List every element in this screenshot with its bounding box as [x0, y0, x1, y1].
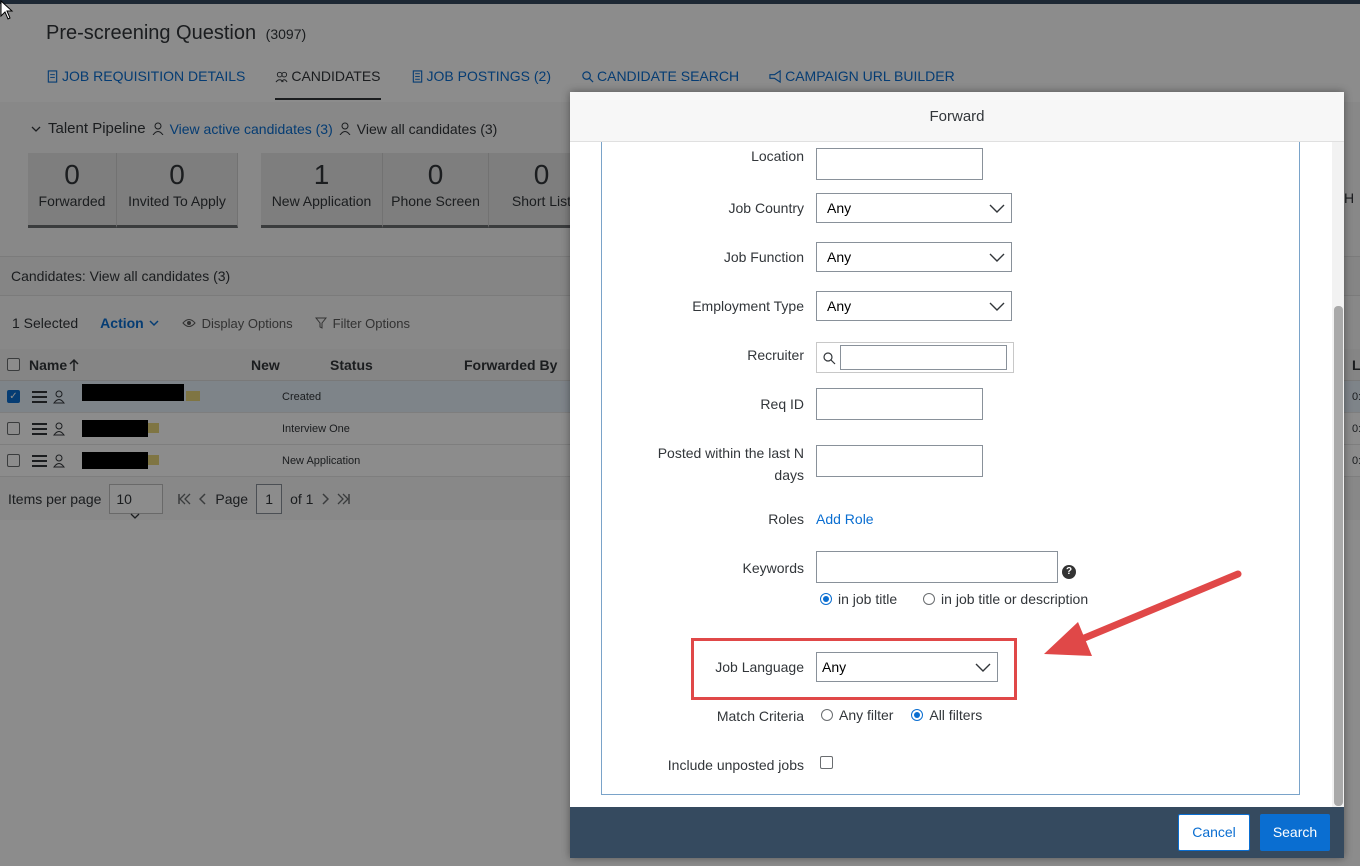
search-button[interactable]: Search: [1260, 814, 1330, 851]
dialog-title: Forward: [570, 92, 1344, 142]
match-criteria-label: Match Criteria: [716, 708, 804, 724]
chevron-down-icon: [989, 204, 1005, 213]
employment-type-value: Any: [827, 298, 852, 314]
keywords-input[interactable]: [816, 551, 1058, 583]
in-job-title-label: in job title: [838, 591, 898, 607]
location-input[interactable]: [816, 148, 983, 180]
mouse-cursor-icon: [0, 0, 14, 20]
include-unposted-checkbox[interactable]: [820, 756, 833, 769]
job-country-select[interactable]: Any: [816, 193, 1012, 223]
include-unposted-label: Include unposted jobs: [667, 757, 804, 773]
all-filters-radio[interactable]: [911, 709, 924, 721]
any-filter-radio[interactable]: [821, 709, 833, 721]
employment-type-select[interactable]: Any: [816, 291, 1012, 321]
posted-within-input[interactable]: [816, 445, 983, 477]
search-icon: [823, 352, 836, 365]
chevron-down-icon: [989, 302, 1005, 311]
job-function-value: Any: [827, 249, 852, 265]
recruiter-label: Recruiter: [747, 347, 804, 363]
add-role-link[interactable]: Add Role: [816, 508, 874, 530]
recruiter-search: [816, 342, 1014, 373]
keywords-label: Keywords: [742, 560, 804, 576]
job-function-label: Job Function: [723, 249, 804, 265]
match-criteria-radios: Any filter All filters: [821, 707, 1004, 723]
req-id-label: Req ID: [760, 396, 804, 412]
cancel-button[interactable]: Cancel: [1178, 814, 1250, 851]
job-country-label: Job Country: [728, 200, 804, 216]
location-label: Location: [751, 148, 804, 164]
job-function-select[interactable]: Any: [816, 242, 1012, 272]
posted-within-label: Posted within the last N days: [658, 442, 804, 486]
in-job-title-or-description-radio[interactable]: [923, 593, 936, 605]
posted-within-label-line2: days: [774, 467, 804, 483]
employment-type-label: Employment Type: [692, 298, 804, 314]
job-country-value: Any: [827, 200, 852, 216]
forward-dialog: Forward Location Job Country Any Job Fun…: [570, 92, 1344, 858]
scrollbar-thumb[interactable]: [1334, 306, 1343, 806]
in-job-title-radio[interactable]: [820, 593, 832, 605]
all-filters-label: All filters: [929, 707, 983, 723]
dialog-footer: Cancel Search: [570, 807, 1344, 858]
roles-label: Roles: [768, 511, 804, 527]
chevron-down-icon: [989, 253, 1005, 262]
any-filter-label: Any filter: [839, 707, 894, 723]
dialog-scrollbar[interactable]: [1332, 142, 1344, 807]
recruiter-input[interactable]: [840, 345, 1007, 370]
annotation-arrow: [1044, 570, 1242, 656]
annotation-highlight-box: [691, 638, 1017, 700]
req-id-input[interactable]: [816, 388, 983, 420]
posted-within-label-line1: Posted within the last N: [657, 445, 804, 461]
